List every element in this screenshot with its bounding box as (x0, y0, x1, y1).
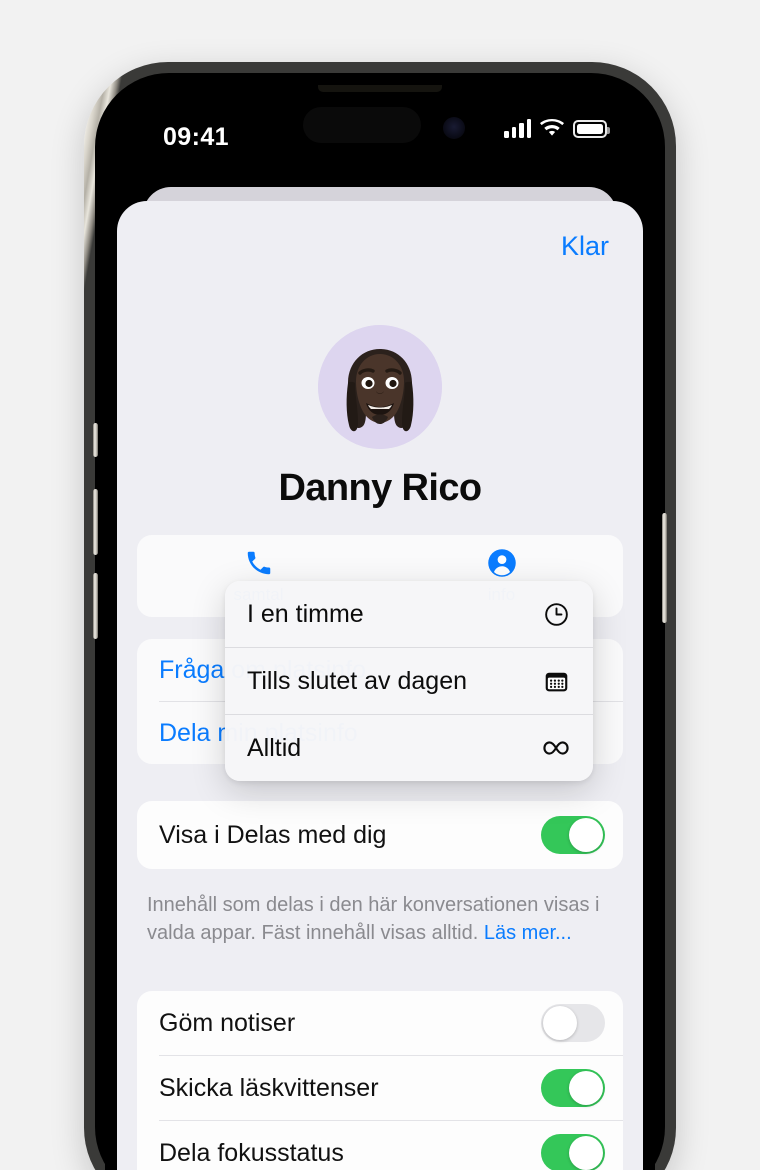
menu-item-one-hour[interactable]: I en timme (225, 581, 593, 647)
contact-avatar[interactable] (318, 325, 442, 449)
status-bar-time: 09:41 (163, 123, 229, 151)
learn-more-link[interactable]: Läs mer... (484, 922, 572, 944)
clock-icon (541, 599, 571, 629)
row-hide-alerts[interactable]: Göm notiser (137, 991, 623, 1055)
battery-full-icon (573, 119, 610, 138)
volume-up-button[interactable] (93, 489, 98, 555)
volume-down-button[interactable] (93, 573, 98, 639)
phone-icon (244, 548, 274, 582)
wifi-icon (540, 119, 564, 136)
menu-item-always[interactable]: Alltid (225, 715, 593, 781)
screenshot-root: 09:41 Klar Danny Rico Fråga Dela Visa i … (0, 0, 760, 1170)
share-location-duration-menu: I en timme Tills slutet av dagen Alltid (225, 581, 593, 781)
row-label: Göm notiser (159, 1008, 296, 1037)
contact-details-sheet: Klar Danny Rico Fråga Dela Visa i Delas … (117, 201, 643, 1170)
row-send-read-receipts[interactable]: Skicka läskvittenser (137, 1056, 623, 1120)
infinity-icon (541, 733, 571, 763)
toggle-hide-alerts[interactable] (541, 1004, 605, 1042)
person-circle-icon (487, 548, 517, 582)
dynamic-island (303, 107, 421, 143)
menu-item-label: Alltid (247, 733, 302, 762)
power-button[interactable] (662, 513, 667, 623)
silence-switch-button[interactable] (93, 423, 98, 457)
menu-item-label: I en timme (247, 599, 364, 628)
contact-name: Danny Rico (278, 467, 482, 509)
shared-with-you-description: Innehåll som delas i den här konversatio… (147, 891, 607, 948)
status-bar-indicators (504, 119, 610, 138)
row-label: Skicka läskvittenser (159, 1073, 379, 1102)
cellular-bars-icon (504, 119, 531, 138)
iphone-device-frame: 09:41 Klar Danny Rico Fråga Dela Visa i … (84, 62, 676, 1170)
toggle-share-focus-status[interactable] (541, 1134, 605, 1170)
row-share-focus-status[interactable]: Dela fokusstatus (137, 1121, 623, 1170)
row-label: Dela fokusstatus (159, 1138, 344, 1167)
menu-item-until-end-of-day[interactable]: Tills slutet av dagen (225, 648, 593, 714)
device-screen: 09:41 Klar Danny Rico Fråga Dela Visa i … (105, 83, 655, 1170)
notification-settings-card: Göm notiser Skicka läskvittenser Dela fo… (137, 991, 623, 1170)
row-label: Visa i Delas med dig (159, 820, 387, 849)
row-show-in-shared-with-you[interactable]: Visa i Delas med dig (137, 801, 623, 869)
status-bar: 09:41 (105, 83, 655, 157)
done-button[interactable]: Klar (561, 231, 609, 262)
calendar-icon (541, 666, 571, 696)
menu-item-label: Tills slutet av dagen (247, 666, 468, 695)
toggle-show-in-shared-with-you[interactable] (541, 816, 605, 854)
face-id-sensor-icon (443, 117, 465, 139)
memoji-avatar-icon (318, 325, 442, 449)
toggle-send-read-receipts[interactable] (541, 1069, 605, 1107)
device-inner-bezel: 09:41 Klar Danny Rico Fråga Dela Visa i … (93, 73, 667, 1170)
